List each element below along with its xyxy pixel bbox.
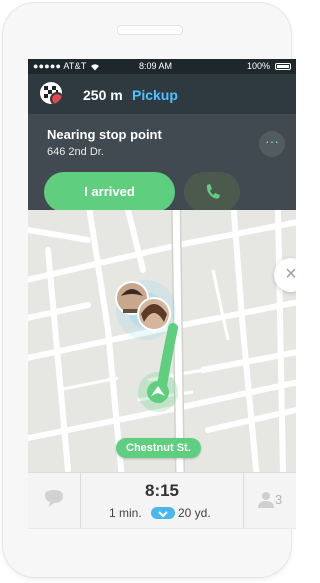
clock-label: 8:09 AM bbox=[139, 61, 173, 71]
carrier-label: ●●●●● AT&T bbox=[33, 61, 87, 71]
speaker-slot bbox=[117, 25, 183, 35]
rider-count: 3 bbox=[275, 492, 283, 507]
chevron-down-icon bbox=[158, 511, 168, 518]
checkered-flag-icon bbox=[40, 82, 62, 104]
eta-minutes: 1 min. bbox=[109, 506, 142, 520]
stop-address: 646 2nd Dr. bbox=[47, 146, 104, 158]
next-action-label: Pickup bbox=[132, 87, 178, 103]
person-icon bbox=[258, 492, 274, 508]
riders-button[interactable]: 3 bbox=[243, 473, 296, 528]
app-screen: ●●●●● AT&T 8:09 AM 100% 250 m Pickup Nea… bbox=[28, 59, 296, 529]
arrived-button[interactable]: I arrived bbox=[44, 172, 175, 212]
stop-title: Nearing stop point bbox=[47, 127, 162, 142]
battery-icon bbox=[275, 63, 291, 70]
battery-label: 100% bbox=[246, 61, 270, 71]
more-icon[interactable]: ··· bbox=[259, 131, 285, 157]
stop-card: Nearing stop point 646 2nd Dr. ··· I arr… bbox=[28, 114, 296, 212]
map-view[interactable]: Chestnut St. bbox=[28, 197, 296, 493]
phone-icon bbox=[206, 184, 220, 199]
call-button[interactable] bbox=[184, 172, 240, 212]
eta-distance: 20 yd. bbox=[178, 506, 211, 520]
wifi-icon bbox=[91, 64, 99, 71]
bottom-bar: 8:15 1 min. 20 yd. 3 bbox=[28, 472, 296, 528]
navigation-bar: 250 m Pickup bbox=[28, 74, 296, 114]
status-bar: ●●●●● AT&T 8:09 AM 100% bbox=[28, 59, 296, 74]
distance-to-turn: 250 m bbox=[83, 87, 123, 103]
map-streets bbox=[28, 197, 296, 493]
street-name-label: Chestnut St. bbox=[116, 438, 201, 458]
eta-expand-toggle[interactable] bbox=[151, 507, 175, 519]
phone-frame: ●●●●● AT&T 8:09 AM 100% 250 m Pickup Nea… bbox=[3, 3, 296, 577]
